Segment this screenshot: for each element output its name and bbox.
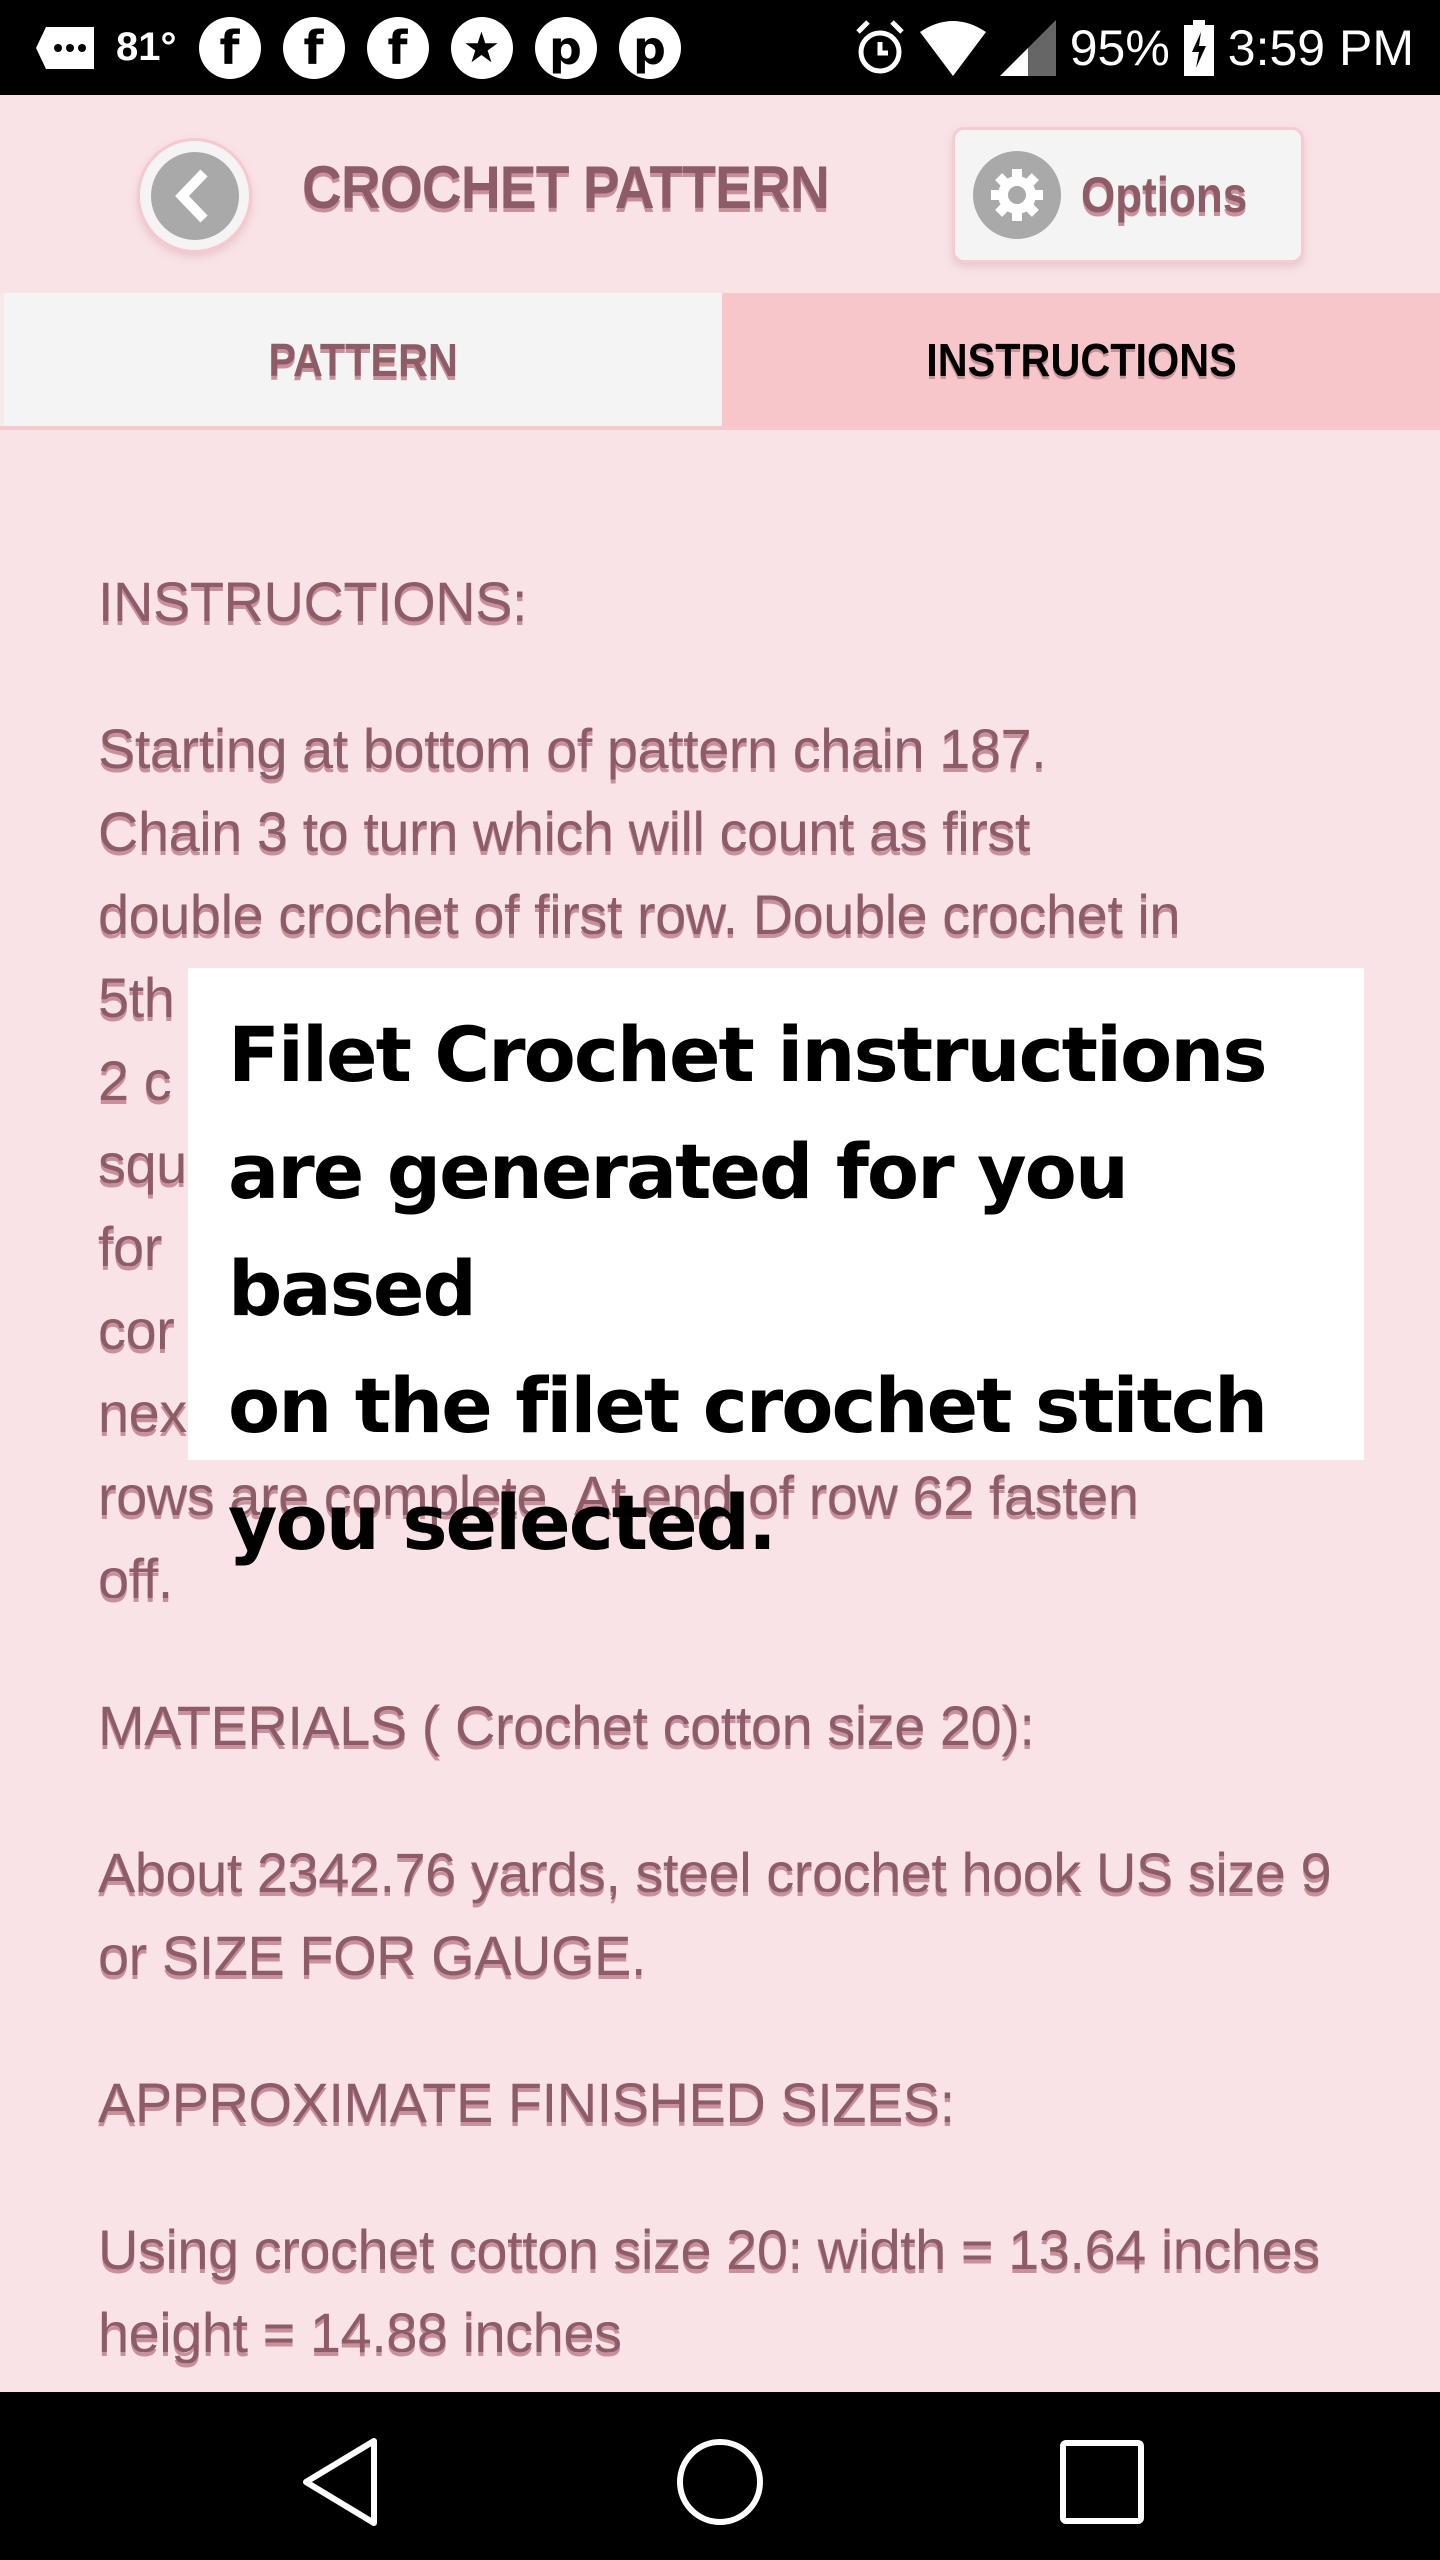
status-bar-left: 81° f f f ★ p p xyxy=(36,0,681,95)
pinterest-icon: p xyxy=(618,16,681,79)
instructions-line: for xyxy=(98,1215,162,1278)
materials-text: About 2342.76 yards, steel crochet hook … xyxy=(98,1841,1332,1987)
caption-line: Filet Crochet instructions xyxy=(228,1010,1268,1099)
temperature: 81° xyxy=(116,25,177,69)
caption-line: are generated for you based xyxy=(228,1127,1129,1333)
tab-pattern[interactable]: PATTERN xyxy=(0,293,722,426)
instructions-line: off. xyxy=(98,1547,173,1610)
clock: 3:59 PM xyxy=(1227,19,1414,76)
nav-recents-button[interactable] xyxy=(1052,2432,1152,2532)
status-bar: 81° f f f ★ p p 95% 3:59 PM xyxy=(0,0,1440,95)
caption-line: on the filet crochet stitch xyxy=(228,1361,1268,1450)
back-button[interactable] xyxy=(137,138,252,253)
app-header: CROCHET PATTERN Options xyxy=(0,95,1440,293)
instructions-line: cor xyxy=(98,1298,175,1361)
pinterest-icon: p xyxy=(534,16,597,79)
tab-instructions-label: INSTRUCTIONS xyxy=(925,333,1237,386)
facebook-icon: f xyxy=(198,16,261,79)
instructions-line: 2 c xyxy=(98,1049,172,1112)
messages-icon xyxy=(36,26,94,69)
materials-heading: MATERIALS ( Crochet cotton size 20): xyxy=(98,1694,1035,1757)
square-recents-icon xyxy=(1060,2440,1144,2524)
circle-home-icon xyxy=(677,2439,763,2525)
alarm-icon xyxy=(854,19,906,76)
tab-pattern-label: PATTERN xyxy=(268,333,458,386)
tab-instructions[interactable]: INSTRUCTIONS xyxy=(722,293,1440,426)
facebook-icon: f xyxy=(366,16,429,79)
instructions-line: 5th xyxy=(98,966,175,1029)
instructions-heading: INSTRUCTIONS: xyxy=(98,570,528,633)
sizes-text: Using crochet cotton size 20: width = 13… xyxy=(98,2218,1320,2364)
options-button[interactable]: Options xyxy=(952,127,1304,263)
status-bar-right: 95% 3:59 PM xyxy=(854,0,1414,95)
system-nav-bar xyxy=(0,2392,1440,2560)
sizes-heading: APPROXIMATE FINISHED SIZES: xyxy=(98,2071,955,2134)
page-title: CROCHET PATTERN xyxy=(302,154,830,221)
triangle-back-icon xyxy=(303,2438,377,2526)
caption-overlay: Filet Crochet instructions are generated… xyxy=(188,968,1364,1567)
gear-icon xyxy=(973,151,1061,239)
cell-signal-icon xyxy=(999,19,1056,76)
tab-bar: PATTERN INSTRUCTIONS xyxy=(0,293,1440,430)
battery-charging-icon xyxy=(1183,19,1214,76)
instructions-line: nex xyxy=(98,1381,187,1444)
instructions-line: squ xyxy=(98,1132,187,1195)
chevron-left-icon xyxy=(150,151,239,240)
battery-percent: 95% xyxy=(1069,19,1170,76)
options-label: Options xyxy=(1081,167,1248,223)
instructions-line: Starting at bottom of pattern chain 187. xyxy=(98,717,1047,780)
instructions-line: double crochet of first row. Double croc… xyxy=(98,883,1181,946)
caption-line: you selected. xyxy=(228,1478,777,1567)
nav-back-button[interactable] xyxy=(290,2432,390,2532)
facebook-icon: f xyxy=(282,16,345,79)
star-icon: ★ xyxy=(450,16,513,79)
nav-home-button[interactable] xyxy=(670,2432,770,2532)
instructions-line: Chain 3 to turn which will count as firs… xyxy=(98,800,1030,863)
wifi-icon xyxy=(919,20,986,76)
